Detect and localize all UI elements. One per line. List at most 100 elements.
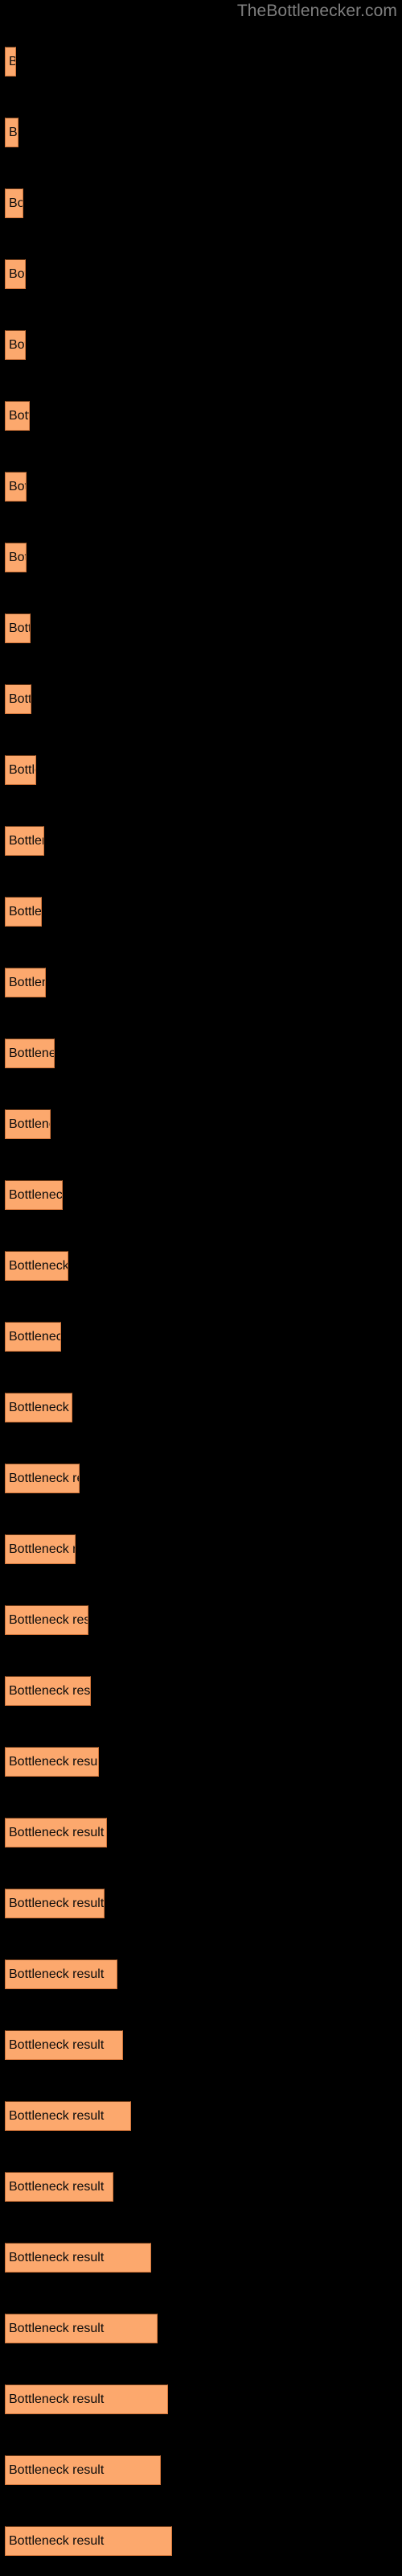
bar-row: Bottleneck result	[0, 259, 402, 289]
bar-row: Bottleneck result	[0, 1959, 402, 1989]
chart-bar[interactable]: Bottleneck result	[5, 1676, 91, 1706]
bar-row: Bottleneck result	[0, 2101, 402, 2131]
chart-bar-label: Bottleneck result	[9, 1471, 79, 1485]
chart-bar-label: Bottleneck result	[9, 762, 35, 777]
chart-bar-label: Bottleneck result	[9, 1187, 63, 1202]
chart-bar-label: Bottleneck result	[9, 55, 15, 69]
chart-plot-area: Bottleneck result Bottleneck result Bottle…	[0, 0, 402, 2576]
chart-bar[interactable]: Bottleneck result	[5, 2314, 158, 2343]
chart-bar[interactable]: Bottleneck result	[5, 826, 44, 856]
chart-bar[interactable]: Bottleneck result	[5, 897, 42, 927]
chart-bar[interactable]: Bottleneck result	[5, 1747, 99, 1777]
bar-row: Bottleneck result	[0, 188, 402, 218]
chart-bar[interactable]: Bottleneck result	[5, 1180, 63, 1210]
bar-row: Bottleneck result	[0, 543, 402, 572]
chart-bar-label: Bottleneck result	[9, 1117, 50, 1131]
chart-bar-label: Bottleneck result	[9, 408, 29, 423]
chart-bar[interactable]: Bottleneck result	[5, 543, 27, 572]
bar-row: Bottleneck result	[0, 2243, 402, 2273]
chart-bar[interactable]: Bottleneck result	[5, 1393, 72, 1422]
chart-bar-label: Bottleneck result	[9, 2462, 105, 2477]
chart-bar-label: Bottleneck result	[9, 2533, 105, 2548]
bar-row: Bottleneck result	[0, 684, 402, 714]
chart-bar[interactable]: Bottleneck result	[5, 2455, 161, 2485]
chart-bar-label: Bottleneck result	[9, 1400, 72, 1414]
chart-bar-label: Bottleneck result	[9, 2037, 105, 2052]
bar-row: Bottleneck result	[0, 118, 402, 147]
chart-bar[interactable]: Bottleneck result	[5, 330, 26, 360]
chart-bar-label: Bottleneck result	[9, 621, 30, 635]
chart-bar[interactable]: Bottleneck result	[5, 1959, 117, 1989]
chart-bar[interactable]: Bottleneck result	[5, 472, 27, 502]
bar-row: Bottleneck result	[0, 1534, 402, 1564]
chart-bar[interactable]: Bottleneck result	[5, 259, 26, 289]
chart-bar-label: Bottleneck result	[9, 266, 25, 281]
chart-bar[interactable]: Bottleneck result	[5, 47, 16, 76]
chart-bar-label: Bottleneck result	[9, 479, 26, 493]
bar-row: Bottleneck result	[0, 1322, 402, 1352]
chart-bar[interactable]: Bottleneck result	[5, 401, 30, 431]
chart-bar-label: Bottleneck result	[9, 1046, 54, 1060]
chart-bar-label: Bottleneck result	[9, 1683, 91, 1698]
bar-row: Bottleneck result	[0, 1109, 402, 1139]
chart-bar-label: Bottleneck result	[9, 1896, 105, 1910]
chart-bar[interactable]: Bottleneck result	[5, 1463, 80, 1493]
bar-row: Bottleneck result	[0, 968, 402, 997]
bar-row: Bottleneck result	[0, 2314, 402, 2343]
bar-row: Bottleneck result	[0, 401, 402, 431]
bar-row: Bottleneck result	[0, 613, 402, 643]
bar-row: Bottleneck result	[0, 1818, 402, 1847]
chart-bar[interactable]: Bottleneck result	[5, 1534, 76, 1564]
chart-bar-label: Bottleneck result	[9, 2108, 105, 2123]
chart-bar-label: Bottleneck result	[9, 833, 43, 848]
chart-bar-label: Bottleneck result	[9, 1612, 88, 1627]
chart-bar[interactable]: Bottleneck result	[5, 1889, 105, 1918]
bar-row: Bottleneck result	[0, 2455, 402, 2485]
chart-bar[interactable]: Bottleneck result	[5, 2384, 168, 2414]
chart-bar[interactable]: Bottleneck result	[5, 1109, 51, 1139]
bar-row: Bottleneck result	[0, 2172, 402, 2202]
bar-row: Bottleneck result	[0, 1180, 402, 1210]
bar-row: Bottleneck result	[0, 1747, 402, 1777]
chart-bar-label: Bottleneck result	[9, 2179, 105, 2194]
chart-bar[interactable]: Bottleneck result	[5, 2526, 172, 2556]
bottleneck-chart-root: TheBottlenecker.com Bottleneck resultBot…	[0, 0, 402, 2576]
bar-row: Bottleneck result	[0, 1393, 402, 1422]
chart-bar-label: Bottleneck result	[9, 1258, 68, 1273]
chart-bar[interactable]: Bottleneck result	[5, 1818, 107, 1847]
bar-row: Bottleneck result	[0, 330, 402, 360]
chart-bar[interactable]: Bottleneck result	[5, 2101, 131, 2131]
chart-bar-label: Bottleneck result	[9, 975, 45, 989]
bar-row: Bottleneck result	[0, 1889, 402, 1918]
chart-bar-label: Bottleneck result	[9, 2321, 105, 2335]
chart-bar-label: Bottleneck result	[9, 2392, 105, 2406]
bar-row: Bottleneck result	[0, 47, 402, 76]
bar-row: Bottleneck result	[0, 472, 402, 502]
chart-bar[interactable]: Bottleneck result	[5, 118, 18, 147]
chart-bar[interactable]: Bottleneck result	[5, 755, 36, 785]
chart-bar-label: Bottleneck result	[9, 904, 42, 919]
chart-bar[interactable]: Bottleneck result	[5, 1038, 55, 1068]
chart-bar[interactable]: Bottleneck result	[5, 1251, 68, 1281]
chart-bar[interactable]: Bottleneck result	[5, 613, 31, 643]
chart-bar-label: Bottleneck result	[9, 550, 26, 564]
bar-row: Bottleneck result	[0, 1251, 402, 1281]
bar-row: Bottleneck result	[0, 1605, 402, 1635]
chart-bar-label: Bottleneck result	[9, 1967, 105, 1981]
chart-bar-label: Bottleneck result	[9, 2250, 105, 2264]
bar-row: Bottleneck result	[0, 2384, 402, 2414]
chart-bar[interactable]: Bottleneck result	[5, 2243, 151, 2273]
chart-bar[interactable]: Bottleneck result	[5, 188, 23, 218]
chart-bar[interactable]: Bottleneck result	[5, 1605, 88, 1635]
bar-row: Bottleneck result	[0, 897, 402, 927]
chart-bar[interactable]: Bottleneck result	[5, 684, 31, 714]
bar-row: Bottleneck result	[0, 1038, 402, 1068]
chart-bar[interactable]: Bottleneck result	[5, 2172, 113, 2202]
chart-bar[interactable]: Bottleneck result	[5, 968, 46, 997]
bar-row: Bottleneck result	[0, 1463, 402, 1493]
chart-bar[interactable]: Bottleneck result	[5, 1322, 61, 1352]
chart-bar-label: Bottleneck result	[9, 1754, 99, 1769]
chart-bar-label: Bottleneck result	[9, 337, 25, 352]
bar-row: Bottleneck result	[0, 826, 402, 856]
chart-bar[interactable]: Bottleneck result	[5, 2030, 123, 2060]
